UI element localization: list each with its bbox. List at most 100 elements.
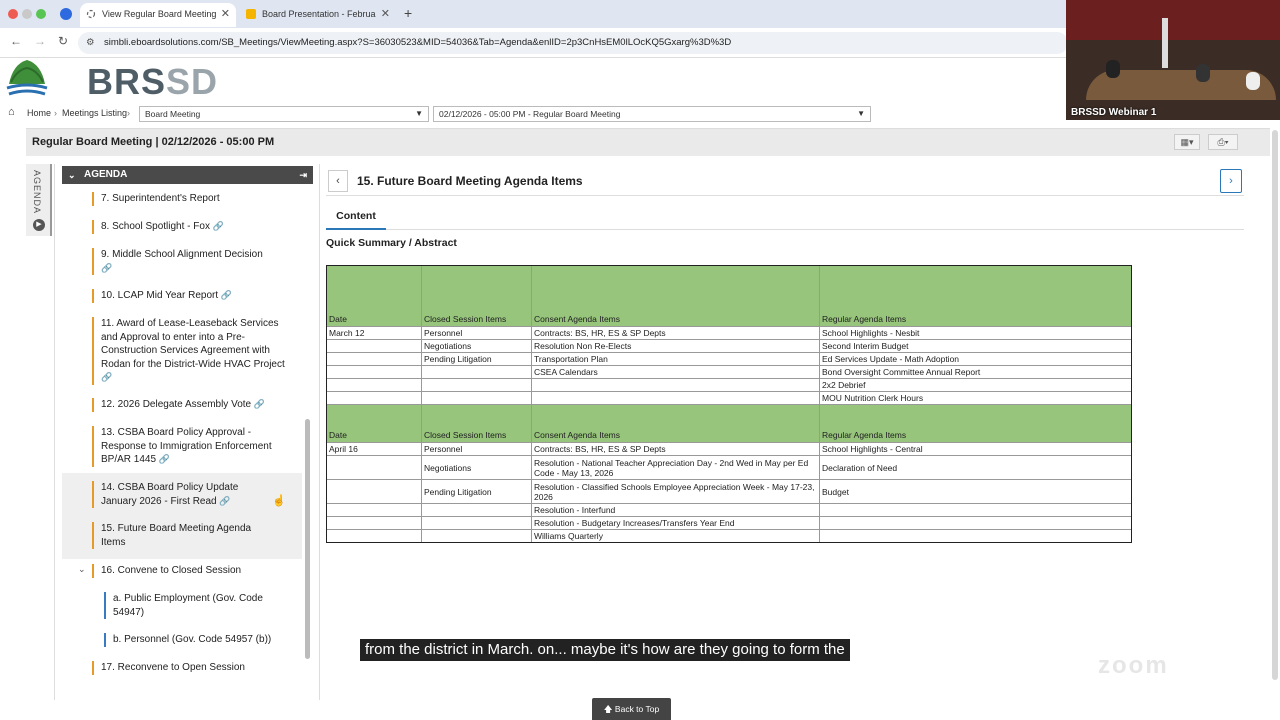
tab-content[interactable]: Content bbox=[326, 206, 386, 230]
agenda-item-selected[interactable]: 15. Future Board Meeting Agenda Items bbox=[92, 522, 267, 549]
print-menu-button[interactable]: ⎙▾ bbox=[1208, 134, 1238, 150]
back-to-top-button[interactable]: 🡅 Back to Top bbox=[592, 698, 671, 720]
attachment-icon[interactable]: 🔗 bbox=[221, 290, 232, 300]
reload-icon[interactable]: ↻ bbox=[58, 34, 68, 48]
attachment-icon[interactable]: 🔗 bbox=[101, 263, 112, 273]
previous-item-button[interactable]: ‹ bbox=[328, 170, 348, 192]
agenda-item-label: 16. Convene to Closed Session bbox=[101, 565, 242, 576]
collapse-icon[interactable]: ⌄ bbox=[68, 166, 76, 184]
agenda-item[interactable]: 9. Middle School Alignment Decision 🔗 bbox=[92, 248, 292, 275]
table-cell bbox=[421, 366, 531, 378]
table-cell bbox=[421, 392, 531, 404]
agenda-item[interactable]: 16. Convene to Closed Session bbox=[92, 564, 292, 578]
calendar-menu-button[interactable]: ▦▾ bbox=[1174, 134, 1200, 150]
chevron-down-icon: ▼ bbox=[857, 109, 865, 118]
slides-icon bbox=[246, 9, 256, 19]
maximize-window-icon[interactable] bbox=[36, 9, 46, 19]
table-header-cell: Closed Session Items bbox=[421, 405, 531, 442]
tab-label: Board Presentation - Februa bbox=[262, 9, 376, 19]
table-cell: Pending Litigation bbox=[421, 353, 531, 365]
agenda-item[interactable]: 11. Award of Lease-Leaseback Services an… bbox=[92, 317, 292, 385]
attachment-icon[interactable]: 🔗 bbox=[219, 496, 230, 506]
item-title-bar: ‹ 15. Future Board Meeting Agenda Items … bbox=[326, 166, 1244, 196]
attachment-icon[interactable]: 🔗 bbox=[213, 221, 224, 231]
agenda-subitem[interactable]: a. Public Employment (Gov. Code 54947) bbox=[104, 592, 274, 619]
attachment-icon[interactable]: 🔗 bbox=[159, 454, 170, 464]
meeting-type-select[interactable]: Board Meeting ▼ bbox=[139, 106, 429, 122]
close-tab-icon[interactable]: ✕ bbox=[221, 3, 230, 25]
meeting-date-select[interactable]: 02/12/2026 - 05:00 PM - Regular Board Me… bbox=[433, 106, 871, 122]
agenda-item[interactable]: 8. School Spotlight - Fox 🔗 bbox=[92, 220, 292, 234]
table-cell: Pending Litigation bbox=[421, 480, 531, 503]
table-header-cell: Date bbox=[329, 314, 347, 324]
play-icon[interactable]: ▶ bbox=[33, 219, 45, 231]
table-row: 2x2 Debrief bbox=[327, 378, 1131, 391]
home-icon[interactable]: ⌂ bbox=[8, 106, 15, 118]
table-row: Williams Quarterly bbox=[327, 529, 1131, 542]
close-tab-icon[interactable]: ✕ bbox=[381, 3, 390, 25]
table-cell: Resolution - Budgetary Increases/Transfe… bbox=[531, 517, 819, 529]
breadcrumb-meetings-listing[interactable]: Meetings Listing bbox=[62, 108, 127, 118]
close-window-icon[interactable] bbox=[8, 9, 18, 19]
agenda-item[interactable]: 10. LCAP Mid Year Report 🔗 bbox=[92, 289, 292, 303]
video-label: BRSSD Webinar 1 bbox=[1071, 107, 1157, 118]
tab-board-presentation[interactable]: Board Presentation - Februa ✕ bbox=[240, 3, 396, 27]
forward-arrow-icon[interactable]: → bbox=[34, 34, 46, 48]
table-cell: CSEA Calendars bbox=[531, 366, 819, 378]
agenda-item-label: 8. School Spotlight - Fox bbox=[101, 221, 210, 232]
district-logo[interactable]: BRSSD bbox=[5, 58, 217, 104]
zoom-app-icon[interactable] bbox=[60, 8, 72, 20]
agenda-item[interactable]: 17. Reconvene to Open Session bbox=[92, 661, 292, 675]
agenda-item-label: 10. LCAP Mid Year Report bbox=[101, 290, 219, 301]
agenda-scrollbar[interactable] bbox=[305, 419, 310, 659]
agenda-item[interactable]: 7. Superintendent's Report bbox=[92, 192, 292, 206]
page-scrollbar[interactable] bbox=[1272, 130, 1278, 680]
table-cell bbox=[327, 366, 421, 378]
table-cell: School Highlights - Nesbit bbox=[819, 327, 1131, 339]
agenda-header[interactable]: ⌄ AGENDA ⇥ bbox=[62, 166, 313, 184]
video-backdrop bbox=[1066, 0, 1280, 40]
tab-view-regular-board-meeting[interactable]: View Regular Board Meeting ✕ bbox=[80, 3, 236, 27]
breadcrumb-home[interactable]: Home bbox=[27, 108, 51, 118]
table-header-cell: Closed Session Items bbox=[421, 266, 531, 326]
attachment-icon[interactable]: 🔗 bbox=[101, 372, 112, 382]
agenda-side-tab[interactable]: AGENDA ▶ bbox=[26, 164, 52, 236]
table-cell bbox=[327, 517, 421, 529]
table-row: Negotiations Resolution - National Teache… bbox=[327, 455, 1131, 479]
dock-icon[interactable]: ⇥ bbox=[299, 166, 307, 184]
table-cell: Resolution - Interfund bbox=[531, 504, 819, 516]
table-cell bbox=[421, 379, 531, 391]
back-arrow-icon[interactable]: ← bbox=[10, 34, 22, 48]
new-tab-button[interactable]: + bbox=[404, 5, 412, 21]
url-field[interactable]: ⚙ simbli.eboardsolutions.com/SB_Meetings… bbox=[78, 32, 1068, 54]
table-cell bbox=[421, 530, 531, 542]
agenda-heading: AGENDA bbox=[84, 169, 128, 180]
agenda-vertical-label: AGENDA bbox=[32, 170, 42, 215]
table-row: Resolution - Budgetary Increases/Transfe… bbox=[327, 516, 1131, 529]
table-cell: MOU Nutrition Clerk Hours bbox=[819, 392, 1131, 404]
table-row: Pending Litigation Resolution - Classifie… bbox=[327, 479, 1131, 503]
chevron-right-icon: › bbox=[54, 108, 57, 118]
item-content: ‹ 15. Future Board Meeting Agenda Items … bbox=[326, 164, 1244, 694]
agenda-subitem[interactable]: b. Personnel (Gov. Code 54957 (b)) bbox=[104, 633, 284, 647]
table-cell bbox=[421, 517, 531, 529]
table-row: Pending Litigation Transportation Plan Ed … bbox=[327, 352, 1131, 365]
agenda-item[interactable]: 14. CSBA Board Policy Update January 202… bbox=[92, 481, 242, 508]
table-row: March 12 Personnel Contracts: BS, HR, ES &… bbox=[327, 326, 1131, 339]
attachment-icon[interactable]: 🔗 bbox=[254, 399, 265, 409]
minimize-window-icon[interactable] bbox=[22, 9, 32, 19]
chevron-down-icon[interactable]: ⌄ bbox=[78, 564, 86, 575]
agenda-item-label: 15. Future Board Meeting Agenda Items bbox=[101, 523, 252, 548]
person bbox=[1106, 60, 1120, 78]
webinar-video[interactable]: BRSSD Webinar 1 bbox=[1066, 0, 1280, 120]
agenda-item-label: 14. CSBA Board Policy Update January 202… bbox=[101, 482, 239, 507]
table-cell bbox=[327, 353, 421, 365]
agenda-item[interactable]: 13. CSBA Board Policy Approval - Respons… bbox=[92, 426, 292, 467]
table-cell: Second Interim Budget bbox=[819, 340, 1131, 352]
table-header-cell: Consent Agenda Items bbox=[531, 266, 819, 326]
table-cell: Budget bbox=[819, 480, 1131, 503]
agenda-item[interactable]: 12. 2026 Delegate Assembly Vote 🔗 bbox=[92, 398, 292, 412]
next-item-button[interactable]: › bbox=[1220, 169, 1242, 193]
site-info-icon[interactable]: ⚙ bbox=[86, 32, 95, 54]
table-cell: Bond Oversight Committee Annual Report bbox=[819, 366, 1131, 378]
